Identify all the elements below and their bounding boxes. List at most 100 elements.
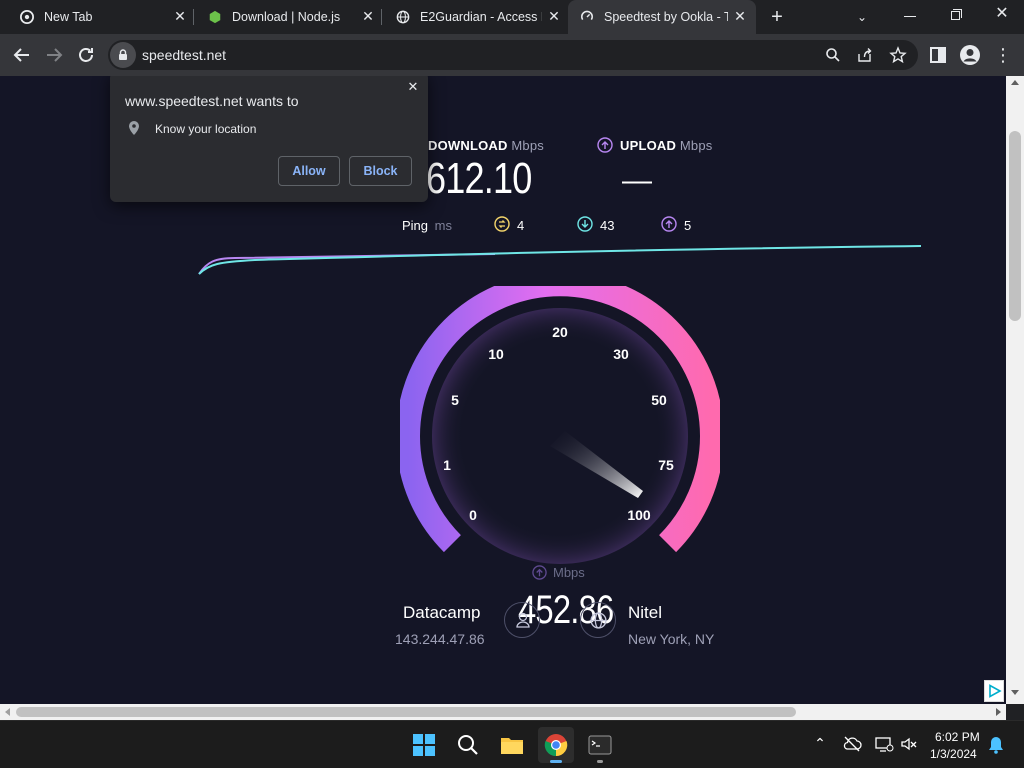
terminal-icon	[588, 735, 612, 755]
taskbar-date[interactable]: 1/3/2024	[930, 747, 977, 761]
lock-icon	[119, 49, 127, 60]
scroll-up-arrow-icon[interactable]	[1011, 80, 1019, 85]
share-icon[interactable]	[857, 47, 873, 63]
location-pin-icon	[129, 121, 139, 135]
gauge-tick-label: 75	[658, 457, 674, 473]
ping-text: Ping	[402, 218, 429, 233]
tab-new-tab[interactable]: New Tab ✕	[8, 0, 194, 34]
cloud-offline-icon[interactable]	[842, 735, 862, 753]
close-tab-icon[interactable]: ✕	[546, 8, 562, 24]
chrome-icon	[20, 10, 34, 24]
gauge-tick-label: 20	[552, 324, 568, 340]
scroll-left-arrow-icon[interactable]	[5, 708, 10, 716]
permission-item: Know your location	[155, 122, 257, 136]
gauge-tick-label: 10	[488, 346, 504, 362]
chrome-taskbar-button[interactable]	[538, 727, 574, 763]
idle-latency-icon	[494, 216, 510, 232]
ping-download-value: 43	[600, 218, 615, 233]
tab-title: Download | Node.js	[232, 10, 341, 24]
close-window-button[interactable]: ✕	[992, 4, 1012, 24]
taskbar-search-button[interactable]	[450, 727, 486, 763]
upload-label: UPLOAD	[620, 138, 677, 153]
tab-strip: New Tab ✕ Download | Node.js ✕ E2Guardia…	[0, 0, 1024, 34]
isp-name: Datacamp	[403, 603, 481, 622]
tab-search-chevron-icon[interactable]: ⌄	[852, 7, 872, 27]
ad-choices-badge[interactable]	[984, 680, 1004, 702]
gauge-tick-label: 0	[469, 507, 477, 523]
ping-unit: ms	[434, 218, 452, 233]
folder-icon	[501, 738, 523, 754]
host-name[interactable]: Nitel	[628, 603, 662, 623]
allow-button[interactable]: Allow	[278, 156, 340, 186]
notification-bell-icon[interactable]	[988, 736, 1004, 754]
vertical-scrollbar[interactable]	[984, 76, 1024, 704]
search-icon[interactable]	[825, 47, 841, 63]
current-speed-unit: Mbps	[553, 565, 585, 580]
windows-taskbar: ⌃ 6:02 PM 1/3/2024	[0, 720, 1024, 768]
volume-muted-icon[interactable]	[900, 735, 918, 753]
ad-choices-icon	[989, 684, 1002, 698]
tab-e2guardian[interactable]: E2Guardian - Access De ✕	[384, 0, 566, 34]
close-tab-icon[interactable]: ✕	[360, 8, 376, 24]
horizontal-scrollbar[interactable]	[0, 704, 1006, 720]
url-text: speedtest.net	[142, 47, 227, 63]
tab-nodejs[interactable]: Download | Node.js ✕	[196, 0, 382, 34]
tab-title: New Tab	[44, 10, 93, 24]
site-info-button[interactable]	[110, 42, 136, 68]
gauge-tick-label: 50	[651, 392, 667, 408]
upload-arrow-icon	[597, 137, 613, 153]
globe-icon	[590, 612, 607, 629]
close-popup-icon[interactable]: ✕	[406, 80, 420, 94]
bookmark-star-icon[interactable]	[889, 46, 907, 64]
vertical-scroll-thumb[interactable]	[1009, 131, 1021, 321]
search-icon	[458, 735, 478, 755]
forward-arrow-icon[interactable]	[42, 43, 66, 67]
download-label: DOWNLOAD	[428, 138, 508, 153]
gauge-tick-label: 30	[613, 346, 629, 362]
tab-title: E2Guardian - Access De	[420, 10, 542, 24]
permission-title: www.speedtest.net wants to	[125, 93, 299, 109]
terminal-taskbar-button[interactable]	[582, 727, 618, 763]
windows-logo-icon	[413, 734, 435, 756]
network-disconnected-icon[interactable]	[874, 735, 894, 753]
ping-label: Ping ms	[402, 218, 452, 233]
scroll-right-arrow-icon[interactable]	[996, 708, 1001, 716]
side-panel-icon[interactable]	[926, 43, 950, 67]
address-bar[interactable]: speedtest.net	[108, 40, 918, 70]
ping-upload-value: 5	[684, 218, 692, 233]
block-button[interactable]: Block	[349, 156, 412, 186]
restore-button[interactable]	[946, 6, 966, 26]
file-explorer-button[interactable]	[494, 727, 530, 763]
upload-arrow-icon	[532, 565, 547, 580]
upload-value: —	[622, 164, 652, 197]
host-location: New York, NY	[628, 631, 715, 647]
nodejs-icon	[209, 10, 221, 24]
user-icon-circle	[504, 602, 540, 638]
close-tab-icon[interactable]: ✕	[172, 8, 188, 24]
ping-idle-value: 4	[517, 218, 525, 233]
more-menu-icon[interactable]: ⋮	[994, 43, 1012, 67]
close-tab-icon[interactable]: ✕	[732, 8, 748, 24]
profile-avatar-icon[interactable]	[958, 43, 982, 67]
globe-icon-circle	[580, 602, 616, 638]
gauge-tick-label: 1	[443, 457, 451, 473]
tab-speedtest[interactable]: Speedtest by Ookla - T ✕	[568, 0, 756, 34]
isp-ip: 143.244.47.86	[395, 631, 485, 647]
speed-history-graph	[198, 245, 922, 275]
tab-title: Speedtest by Ookla - T	[604, 10, 728, 24]
new-tab-button[interactable]: +	[766, 6, 788, 28]
start-button[interactable]	[406, 727, 442, 763]
speedtest-page: DOWNLOAD Mbps 612.10 UPLOAD Mbps — Ping …	[0, 76, 1006, 704]
download-value: 612.10	[426, 154, 532, 203]
gauge-tick-label: 5	[451, 392, 459, 408]
scroll-down-arrow-icon[interactable]	[1011, 690, 1019, 695]
reload-icon[interactable]	[74, 43, 98, 67]
download-unit: Mbps	[511, 138, 544, 153]
show-hidden-icons-chevron-icon[interactable]: ⌃	[812, 735, 828, 751]
gauge-tick-label: 100	[627, 507, 651, 523]
taskbar-time[interactable]: 6:02 PM	[935, 730, 980, 744]
minimize-button[interactable]	[900, 6, 920, 26]
globe-icon	[396, 10, 410, 24]
horizontal-scroll-thumb[interactable]	[16, 707, 796, 717]
back-arrow-icon[interactable]	[10, 43, 34, 67]
